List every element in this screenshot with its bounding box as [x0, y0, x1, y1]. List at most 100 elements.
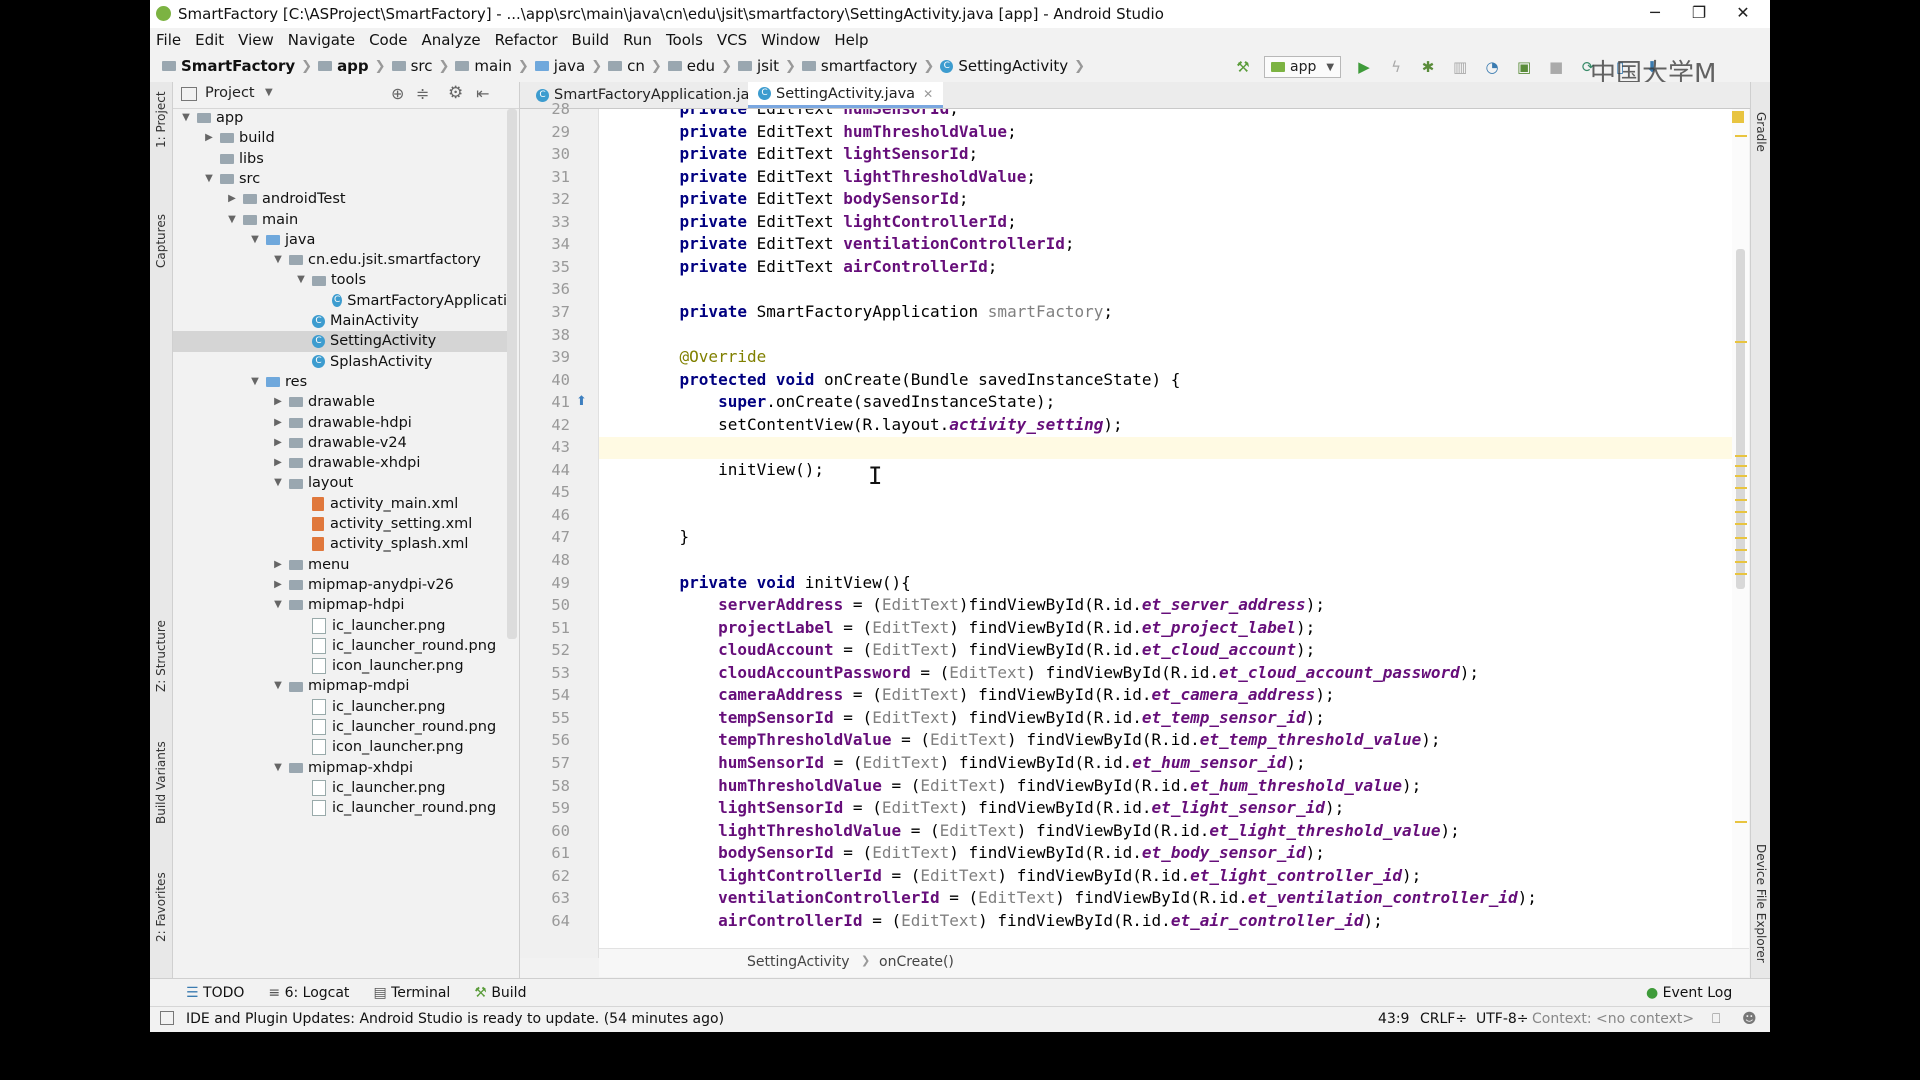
line-number[interactable]: 38 — [520, 326, 570, 344]
tree-item[interactable]: C MainActivity — [173, 311, 507, 331]
run-icon[interactable]: ▶ — [1353, 56, 1375, 78]
project-tool-tab[interactable]: 1: Project — [154, 91, 168, 148]
close-tab-icon[interactable]: ✕ — [923, 87, 933, 101]
tree-item[interactable]: activity_main.xml — [173, 494, 507, 514]
terminal-tool-button[interactable]: ▤ Terminal — [373, 985, 450, 1001]
crumb-smartfactory[interactable]: SmartFactory ❯ — [162, 57, 312, 75]
chevron-right-icon[interactable]: ▶ — [271, 555, 285, 575]
tree-item[interactable]: ▼ res — [173, 372, 507, 392]
code-line[interactable]: private EditText humThresholdValue; — [641, 122, 1017, 141]
crumb-smartfactory-package[interactable]: smartfactory ❯ — [801, 57, 934, 75]
tree-item[interactable]: ▼ main — [173, 210, 507, 230]
tree-item[interactable]: ▼ mipmap-xhdpi — [173, 758, 507, 778]
todo-tool-button[interactable]: ☰ TODO — [186, 985, 244, 1001]
code-line[interactable]: lightSensorId = (EditText) findViewById(… — [641, 798, 1344, 817]
code-line[interactable]: bodySensorId = (EditText) findViewById(R… — [641, 843, 1325, 862]
chevron-down-icon[interactable]: ▼ — [225, 210, 239, 230]
tree-item[interactable]: ▼ layout — [173, 473, 507, 493]
code-line[interactable]: cameraAddress = (EditText) findViewById(… — [641, 685, 1335, 704]
collapse-all-icon[interactable]: ≑ — [416, 84, 429, 103]
menu-analyze[interactable]: Analyze — [421, 31, 480, 49]
build-variants-tool-tab[interactable]: Build Variants — [154, 741, 168, 824]
code-line[interactable]: private EditText bodySensorId; — [641, 189, 969, 208]
line-number[interactable]: 39 — [520, 348, 570, 366]
crumb-settingactivity[interactable]: C SettingActivity ❯ — [940, 57, 1085, 75]
line-number[interactable]: 55 — [520, 709, 570, 727]
code-line[interactable]: private SmartFactoryApplication smartFac… — [641, 302, 1114, 321]
code-line[interactable]: } — [641, 527, 690, 546]
menu-window[interactable]: Window — [761, 31, 820, 49]
crumb-java[interactable]: java ❯ — [534, 57, 602, 75]
tree-item[interactable]: C SettingActivity — [173, 331, 507, 352]
code-editor[interactable]: private EditText humSensorId; private Ed… — [599, 109, 1749, 958]
crumb-src[interactable]: src ❯ — [391, 57, 449, 75]
inspector-icon[interactable]: ☻ — [1742, 1011, 1757, 1027]
warning-marker[interactable] — [1735, 821, 1747, 823]
captures-tool-tab[interactable]: Captures — [154, 214, 168, 268]
line-number[interactable]: 47 — [520, 528, 570, 546]
override-marker-icon[interactable]: ⬆ — [576, 394, 587, 409]
file-encoding[interactable]: UTF-8÷ — [1476, 1011, 1529, 1027]
tree-item[interactable]: ic_launcher.png — [173, 616, 507, 636]
line-number[interactable]: 63 — [520, 889, 570, 907]
line-number[interactable]: 60 — [520, 822, 570, 840]
attach-debugger-icon[interactable]: ▣ — [1513, 56, 1535, 78]
code-line[interactable]: lightControllerId = (EditText) findViewB… — [641, 866, 1421, 885]
line-number[interactable]: 52 — [520, 641, 570, 659]
chevron-right-icon[interactable]: ▶ — [202, 128, 216, 148]
event-log-button[interactable]: ● Event Log — [1646, 985, 1732, 1001]
tree-item[interactable]: ▶ menu — [173, 555, 507, 575]
chevron-down-icon[interactable]: ▼ — [271, 473, 285, 493]
code-line[interactable]: private void initView(){ — [641, 573, 911, 592]
chevron-down-icon[interactable]: ▼ — [271, 676, 285, 696]
line-number[interactable]: 49 — [520, 574, 570, 592]
code-line[interactable]: protected void onCreate(Bundle savedInst… — [641, 370, 1181, 389]
chevron-down-icon[interactable]: ▼ — [265, 87, 273, 98]
line-number[interactable]: 64 — [520, 912, 570, 930]
menu-tools[interactable]: Tools — [666, 31, 703, 49]
chevron-down-icon[interactable]: ▼ — [271, 250, 285, 270]
close-button[interactable]: ✕ — [1716, 0, 1770, 28]
tree-item[interactable]: ▶ build — [173, 128, 507, 148]
chevron-down-icon[interactable]: ▼ — [179, 108, 193, 128]
warning-marker[interactable] — [1735, 465, 1747, 467]
line-number[interactable]: 57 — [520, 754, 570, 772]
line-number[interactable]: 36 — [520, 280, 570, 298]
code-line[interactable]: projectLabel = (EditText) findViewById(R… — [641, 618, 1315, 637]
build-tool-button[interactable]: ⚒ Build — [474, 985, 526, 1001]
tree-item[interactable]: ic_launcher_round.png — [173, 717, 507, 737]
chevron-right-icon[interactable]: ▶ — [271, 575, 285, 595]
line-separator[interactable]: CRLF÷ — [1420, 1011, 1467, 1027]
tree-item[interactable]: icon_launcher.png — [173, 656, 507, 676]
tree-item[interactable]: libs — [173, 149, 507, 169]
code-line[interactable]: private EditText lightSensorId; — [641, 144, 979, 163]
line-number[interactable]: 34 — [520, 235, 570, 253]
scroll-from-source-icon[interactable]: ⊕ — [391, 84, 404, 103]
warning-marker[interactable] — [1735, 561, 1747, 563]
chevron-down-icon[interactable]: ▼ — [271, 758, 285, 778]
menu-run[interactable]: Run — [623, 31, 652, 49]
tree-item[interactable]: ▶ drawable-hdpi — [173, 413, 507, 433]
code-line[interactable]: tempSensorId = (EditText) findViewById(R… — [641, 708, 1325, 727]
warning-marker[interactable] — [1735, 475, 1747, 477]
apply-changes-icon[interactable]: ϟ — [1385, 56, 1407, 78]
tree-item[interactable]: icon_launcher.png — [173, 737, 507, 757]
line-number[interactable]: 42 — [520, 416, 570, 434]
line-number[interactable]: 31 — [520, 168, 570, 186]
code-line[interactable]: tempThresholdValue = (EditText) findView… — [641, 730, 1440, 749]
code-line[interactable]: setContentView(R.layout.activity_setting… — [641, 415, 1123, 434]
warning-marker[interactable] — [1735, 455, 1747, 457]
tree-item[interactable]: activity_splash.xml — [173, 534, 507, 554]
tree-item[interactable]: ▼ mipmap-mdpi — [173, 676, 507, 696]
tree-item[interactable]: ▼ java — [173, 230, 507, 250]
editor-scrollbar[interactable] — [1732, 109, 1749, 948]
warning-marker[interactable] — [1735, 511, 1747, 513]
favorites-tool-tab[interactable]: 2: Favorites — [154, 872, 168, 942]
crumb-main[interactable]: main ❯ — [455, 57, 529, 75]
stop-icon[interactable]: ■ — [1545, 56, 1567, 78]
tree-item[interactable]: ▼ src — [173, 169, 507, 189]
warning-status-icon[interactable] — [1732, 111, 1744, 123]
tree-item[interactable]: ▼ tools — [173, 270, 507, 290]
code-line[interactable]: private EditText ventilationControllerId… — [641, 234, 1075, 253]
warning-marker[interactable] — [1735, 523, 1747, 525]
